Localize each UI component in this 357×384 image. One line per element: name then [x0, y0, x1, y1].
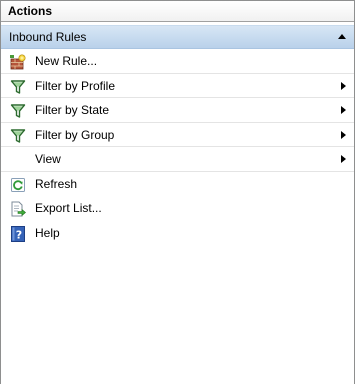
- action-label: Refresh: [35, 176, 78, 191]
- action-label: New Rule...: [35, 54, 98, 68]
- action-view[interactable]: View: [1, 147, 354, 172]
- action-label: Filter by State: [35, 103, 110, 117]
- actions-pane-title: Actions: [1, 0, 354, 22]
- actions-pane: Actions Inbound Rules New Rule... Filter…: [0, 0, 355, 384]
- inbound-rules-section-header[interactable]: Inbound Rules: [1, 25, 354, 49]
- actions-list: New Rule... Filter by Profile Filter by …: [1, 49, 354, 245]
- filter-icon: [10, 128, 26, 144]
- help-icon: ?: [10, 225, 26, 242]
- action-filter-by-state[interactable]: Filter by State: [1, 98, 354, 123]
- action-help[interactable]: ? Help: [1, 221, 354, 246]
- action-filter-by-group[interactable]: Filter by Group: [1, 123, 354, 147]
- collapse-arrow-icon[interactable]: [338, 34, 346, 39]
- refresh-icon: [10, 177, 26, 193]
- action-label: Filter by Profile: [35, 78, 116, 93]
- action-label: Filter by Group: [35, 127, 115, 142]
- filter-icon: [10, 79, 26, 95]
- filter-icon: [10, 103, 26, 119]
- new-rule-icon: [10, 54, 26, 70]
- export-list-icon: [10, 201, 26, 217]
- action-label: Export List...: [35, 201, 102, 215]
- action-label: View: [35, 152, 61, 166]
- action-label: Help: [35, 225, 60, 240]
- section-title: Inbound Rules: [9, 30, 87, 44]
- submenu-arrow-icon: [341, 155, 346, 163]
- svg-text:?: ?: [16, 228, 22, 241]
- action-filter-by-profile[interactable]: Filter by Profile: [1, 74, 354, 98]
- submenu-arrow-icon: [341, 81, 346, 90]
- submenu-arrow-icon: [341, 106, 346, 114]
- submenu-arrow-icon: [341, 130, 346, 139]
- action-export-list[interactable]: Export List...: [1, 196, 354, 221]
- action-refresh[interactable]: Refresh: [1, 172, 354, 197]
- action-new-rule[interactable]: New Rule...: [1, 49, 354, 74]
